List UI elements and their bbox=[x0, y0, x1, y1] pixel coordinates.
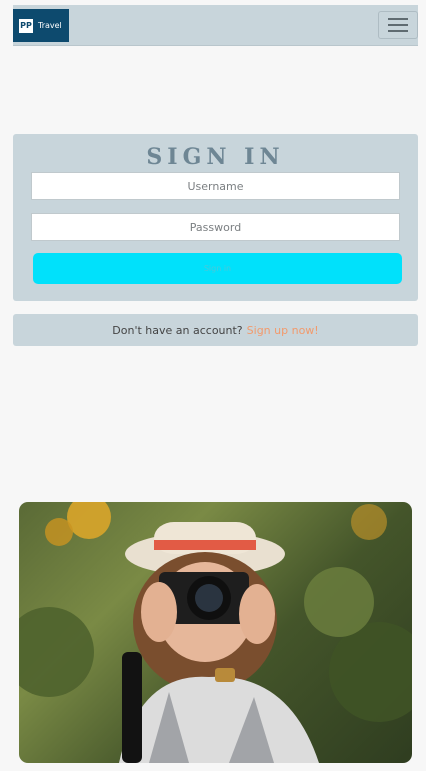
signin-button[interactable]: Sign in bbox=[33, 253, 402, 284]
signin-card: SIGN IN Sign in bbox=[13, 134, 418, 301]
signup-bar: Don't have an account? Sign up now! bbox=[13, 314, 418, 346]
signup-prompt: Don't have an account? bbox=[112, 323, 243, 337]
brand-logo[interactable]: PP Travel bbox=[13, 9, 69, 42]
hamburger-icon-line bbox=[388, 30, 408, 32]
logo-text: Travel bbox=[38, 21, 62, 30]
menu-toggle-button[interactable] bbox=[378, 11, 418, 39]
password-input[interactable] bbox=[31, 213, 400, 241]
hamburger-icon-line bbox=[388, 24, 408, 26]
hamburger-icon-line bbox=[388, 18, 408, 20]
signin-title: SIGN IN bbox=[146, 144, 285, 170]
top-navbar: PP Travel bbox=[13, 5, 418, 46]
photographer-image bbox=[19, 502, 412, 763]
username-input[interactable] bbox=[31, 172, 400, 200]
hero-photo bbox=[19, 502, 412, 763]
signup-link[interactable]: Sign up now! bbox=[247, 324, 319, 337]
logo-mark: PP bbox=[19, 18, 33, 33]
